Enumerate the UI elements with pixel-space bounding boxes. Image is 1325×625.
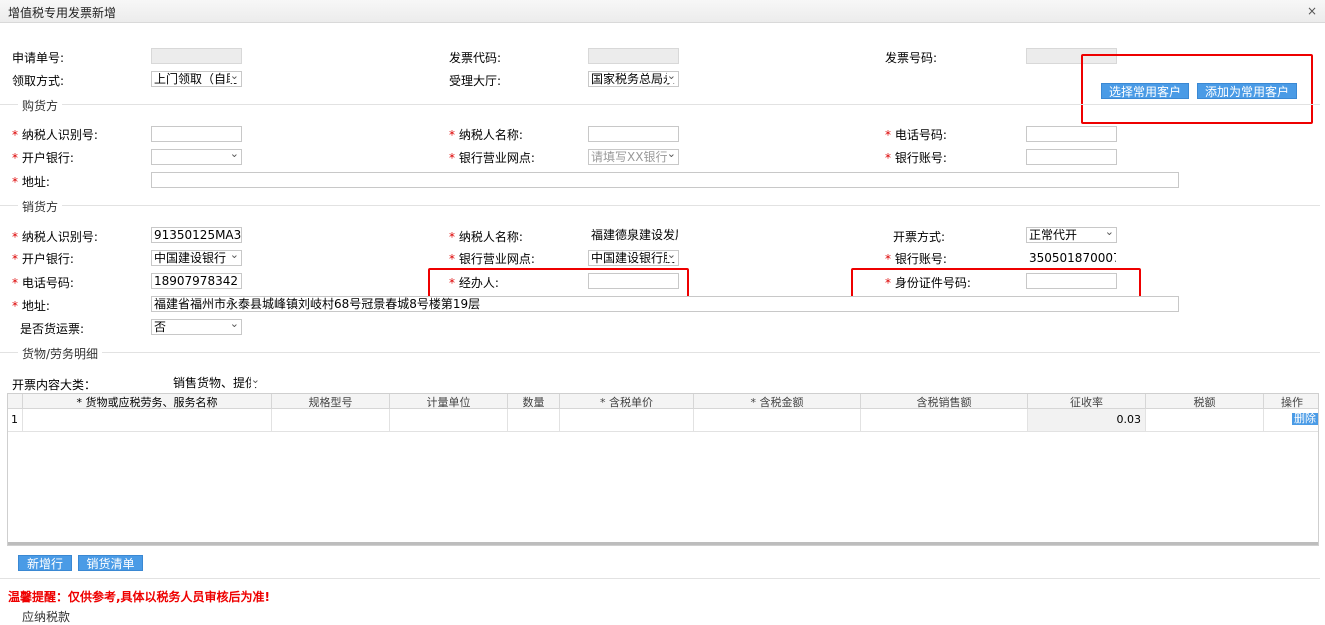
highlight-box-id-number [851, 268, 1141, 298]
row-unit-cell[interactable] [390, 409, 508, 431]
grid-header-name: * 货物或应税劳务、服务名称 [23, 394, 272, 408]
hall-select[interactable]: 国家税务总局永 [588, 71, 679, 87]
table-row: 1 0.03 删除 [8, 409, 1318, 432]
seller-bank-label: 开户银行: [12, 250, 74, 267]
seller-taxid-label: 纳税人识别号: [12, 228, 98, 245]
tax-section-title: 应纳税款 [18, 608, 75, 625]
invoice-no-label: 发票号码: [885, 51, 938, 65]
category-label: 开票内容大类： [12, 378, 97, 392]
pickup-label: 领取方式: [12, 74, 65, 88]
apply-no-label: 申请单号: [12, 51, 65, 65]
seller-divider [0, 205, 1320, 206]
buyer-name-label: 纳税人名称: [449, 126, 523, 143]
grid-header-price: * 含税单价 [560, 394, 694, 408]
seller-mode-label: 开票方式: [893, 230, 946, 244]
seller-branch-select[interactable]: 中国建设银行股 [588, 250, 679, 266]
seller-section-title: 销货方 [18, 198, 63, 215]
seller-name-label: 纳税人名称: [449, 228, 523, 245]
window-title: 增值税专用发票新增 [8, 6, 117, 20]
buyer-address-input[interactable] [151, 172, 1179, 188]
buyer-account-label: 银行账号: [885, 149, 947, 166]
freight-label: 是否货运票: [20, 322, 85, 336]
grid-header-rate: 征收率 [1028, 394, 1146, 408]
sales-list-button[interactable]: 销货清单 [78, 555, 143, 571]
window-titlebar: 增值税专用发票新增 × [0, 0, 1325, 23]
row-spec-cell[interactable] [272, 409, 390, 431]
row-rate-cell: 0.03 [1028, 409, 1146, 431]
grid-header-action: 操作 [1281, 396, 1303, 408]
warning-text: 温馨提醒：仅供参考,具体以税务人员审核后为准! [8, 590, 271, 604]
seller-account-label: 银行账号: [885, 250, 947, 267]
row-sales-cell [861, 409, 1028, 431]
buyer-phone-label: 电话号码: [885, 126, 947, 143]
delete-row-button[interactable]: 删除 [1292, 413, 1318, 425]
grid-header-unit: 计量单位 [390, 394, 508, 408]
invoice-code-field [588, 48, 679, 64]
seller-bank-select[interactable]: 中国建设银行 [151, 250, 242, 266]
grid-header-qty: 数量 [508, 394, 560, 408]
seller-phone-input[interactable]: 18907978342 [151, 273, 242, 289]
row-name-cell[interactable] [23, 409, 272, 431]
highlight-box-agent [428, 268, 689, 298]
seller-phone-label: 电话号码: [12, 274, 74, 291]
grid-header-amount: * 含税金额 [694, 394, 861, 408]
row-action-cell: 删除 [1264, 409, 1320, 431]
row-index: 1 [8, 409, 23, 431]
seller-address-label: 地址: [12, 297, 50, 314]
buyer-divider [0, 104, 1320, 105]
row-qty-cell[interactable] [508, 409, 560, 431]
goods-section-title: 货物/劳务明细 [18, 345, 103, 362]
buyer-name-input[interactable] [588, 126, 679, 142]
add-row-button[interactable]: 新增行 [18, 555, 72, 571]
goods-divider [0, 352, 1320, 353]
seller-name-value: 福建德泉建设发展 [588, 227, 679, 243]
pickup-select[interactable]: 上门领取（自助 [151, 71, 242, 87]
grid-header-sales: 含税销售额 [861, 394, 1028, 408]
category-select[interactable]: 销售货物、提供 [170, 375, 263, 391]
hall-label: 受理大厅: [449, 74, 502, 88]
buyer-account-input[interactable] [1026, 149, 1117, 165]
apply-no-field [151, 48, 242, 64]
invoice-code-label: 发票代码: [449, 51, 502, 65]
buyer-taxid-label: 纳税人识别号: [12, 126, 98, 143]
buyer-section-title: 购货方 [18, 97, 63, 114]
bottom-divider [0, 578, 1320, 579]
freight-select[interactable]: 否 [151, 319, 242, 335]
seller-mode-select[interactable]: 正常代开 [1026, 227, 1117, 243]
close-icon[interactable]: × [1307, 4, 1317, 18]
seller-address-input[interactable]: 福建省福州市永泰县城峰镇刘岐村68号冠景春城8号楼第19层 [151, 296, 1179, 312]
goods-grid: * 货物或应税劳务、服务名称 规格型号 计量单位 数量 * 含税单价 * 含税金… [7, 393, 1319, 546]
row-tax-cell [1146, 409, 1264, 431]
buyer-bank-label: 开户银行: [12, 149, 74, 166]
buyer-branch-label: 银行营业网点: [449, 149, 535, 166]
highlight-box-customer-buttons [1081, 54, 1313, 124]
horizontal-scrollbar[interactable] [8, 542, 1318, 545]
grid-header-index [8, 394, 23, 408]
grid-header-tax: 税额 [1146, 394, 1264, 408]
grid-header-spec: 规格型号 [272, 394, 390, 408]
buyer-phone-input[interactable] [1026, 126, 1117, 142]
row-price-cell[interactable] [560, 409, 694, 431]
buyer-address-label: 地址: [12, 173, 50, 190]
row-amount-cell[interactable] [694, 409, 861, 431]
seller-account-value: 350501870007C [1026, 250, 1117, 266]
grid-header: * 货物或应税劳务、服务名称 规格型号 计量单位 数量 * 含税单价 * 含税金… [8, 394, 1318, 409]
seller-taxid-input[interactable]: 91350125MA33 [151, 227, 242, 243]
buyer-taxid-input[interactable] [151, 126, 242, 142]
buyer-branch-select[interactable]: 请填写XX银行X [588, 149, 679, 165]
buyer-bank-select[interactable] [151, 149, 242, 165]
seller-branch-label: 银行营业网点: [449, 250, 535, 267]
